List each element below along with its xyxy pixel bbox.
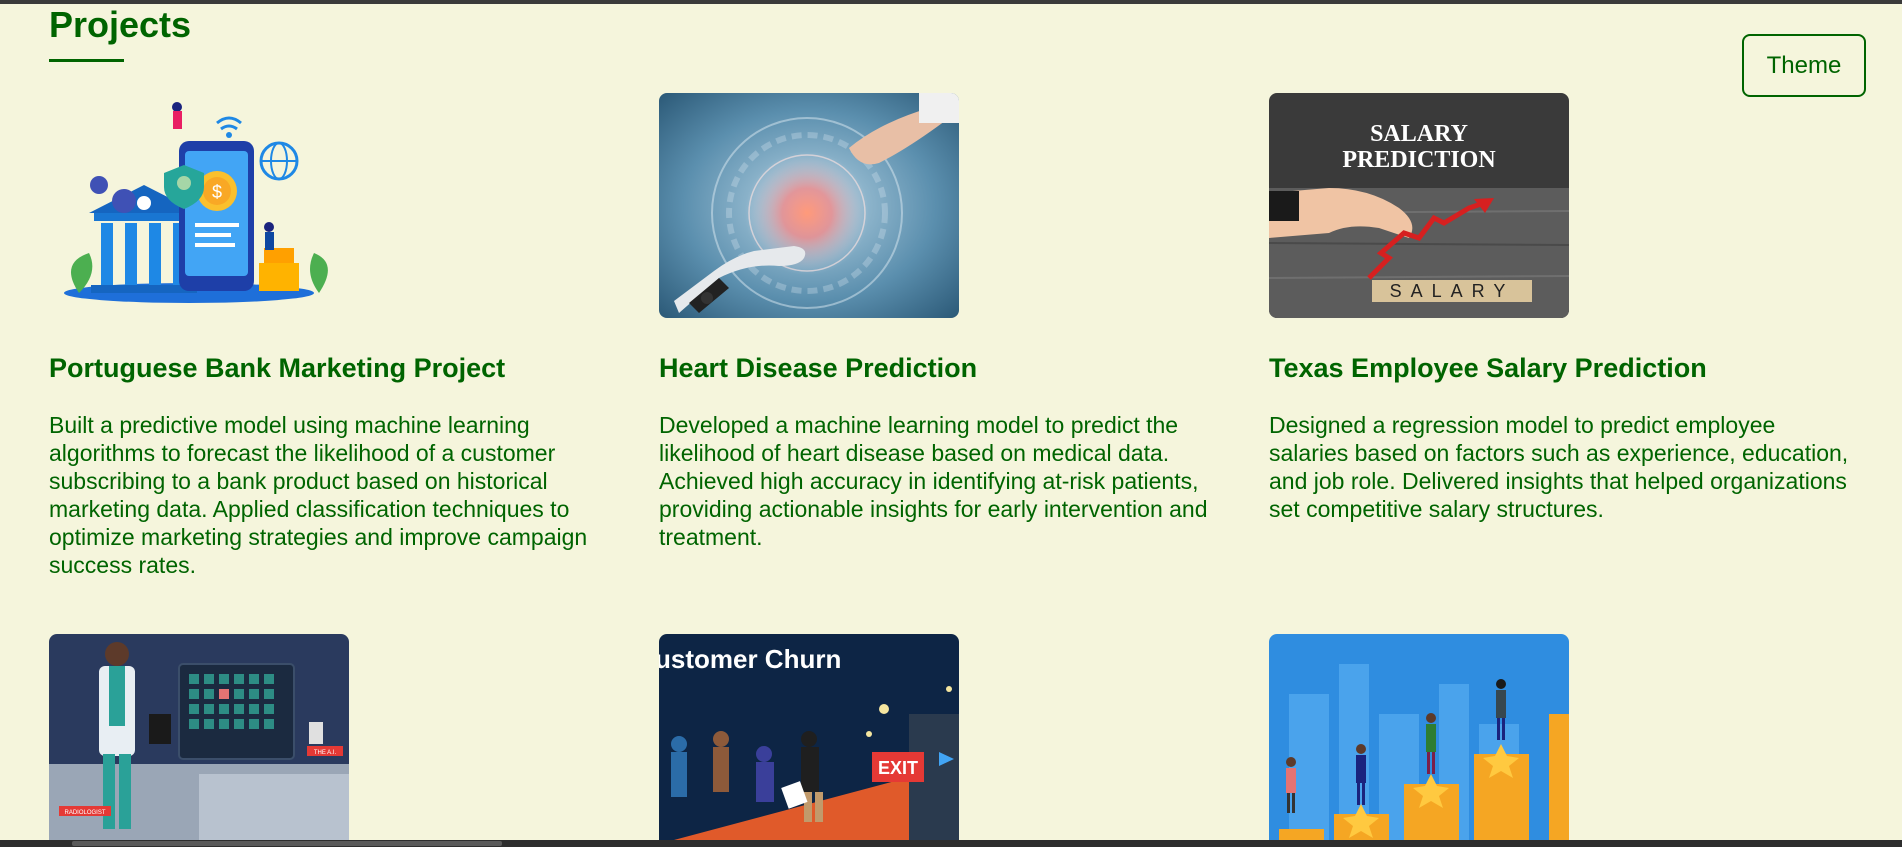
project-card-salary: SALARY PREDICTION SALARY Texas Employee … (1269, 93, 1849, 523)
scrollbar-thumb[interactable] (72, 841, 502, 846)
salary-title-line2: PREDICTION (1342, 147, 1496, 173)
heart-ai-image (659, 93, 959, 318)
radiology-ai-image: THE A.I. RADIOLOGIST (49, 634, 349, 844)
project-card-radiology: THE A.I. RADIOLOGIST (49, 634, 349, 844)
theme-toggle-button[interactable]: Theme (1742, 34, 1866, 97)
project-title: Portuguese Bank Marketing Project (49, 353, 506, 383)
salary-prediction-image: SALARY PREDICTION SALARY (1269, 93, 1569, 318)
window-top-edge (0, 0, 1902, 4)
project-description: Built a predictive model using machine l… (49, 412, 588, 579)
section-title-underline (49, 59, 124, 62)
project-card-bank-marketing: $ Portuguese Bank Marketing Project Buil… (49, 93, 629, 579)
project-title: Heart Disease Prediction (659, 353, 978, 383)
career-growth-image (1269, 634, 1569, 844)
project-title: Texas Employee Salary Prediction (1269, 353, 1707, 383)
horizontal-scrollbar[interactable] (0, 840, 1902, 847)
project-description: Developed a machine learning model to pr… (659, 412, 1208, 551)
project-card-growth (1269, 634, 1569, 844)
salary-blocks-text: SALARY (1390, 281, 1515, 301)
ai-sign-text: THE A.I. (314, 750, 337, 756)
section-title: Projects (49, 4, 192, 45)
churn-image-title: ustomer Churn (659, 644, 841, 674)
project-card-heart-disease: Heart Disease Prediction Developed a mac… (659, 93, 1239, 551)
salary-title-line1: SALARY (1370, 121, 1468, 147)
project-description: Designed a regression model to predict e… (1269, 412, 1849, 523)
radiologist-sign-text: RADIOLOGIST (64, 810, 105, 816)
customer-churn-image: ustomer Churn EXIT (659, 634, 959, 844)
svg-text:$: $ (212, 182, 222, 202)
bank-marketing-illustration: $ (49, 93, 349, 318)
project-card-customer-churn: ustomer Churn EXIT (659, 634, 959, 844)
exit-sign-text: EXIT (878, 758, 918, 778)
